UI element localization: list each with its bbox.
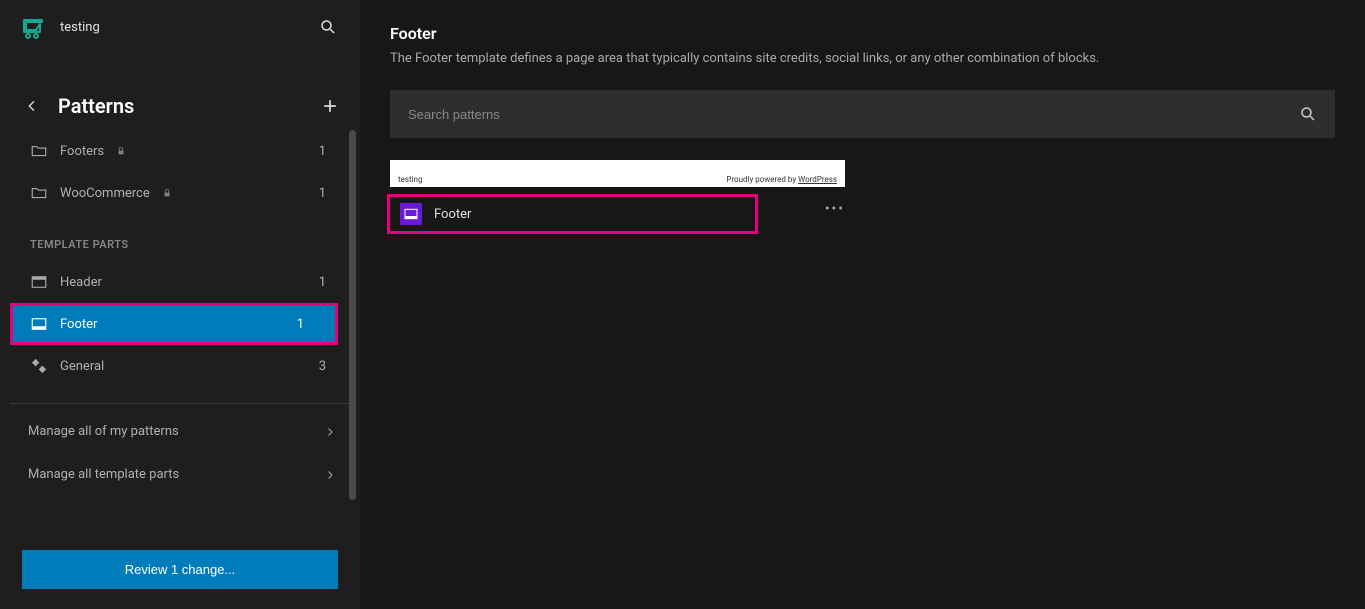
search-patterns[interactable]: [390, 90, 1335, 138]
sidebar-top-bar: testing: [0, 0, 360, 54]
category-label: WooCommerce: [60, 186, 150, 201]
pattern-card-title[interactable]: Footer: [390, 197, 755, 231]
template-part-header[interactable]: Header 1: [0, 261, 360, 303]
preview-credit: Proudly powered by WordPress: [726, 175, 837, 184]
manage-label: Manage all of my patterns: [28, 424, 179, 439]
pattern-preview[interactable]: testing Proudly powered by WordPress: [390, 160, 845, 187]
search-icon[interactable]: [1299, 105, 1317, 123]
more-actions-icon[interactable]: •••: [825, 201, 845, 217]
back-icon[interactable]: [24, 98, 40, 114]
count: 1: [319, 186, 340, 201]
search-input[interactable]: [408, 107, 1299, 122]
page-title: Footer: [390, 24, 1335, 43]
count: 1: [319, 144, 340, 159]
template-part-label: General: [60, 359, 104, 374]
manage-template-parts[interactable]: Manage all template parts: [0, 453, 360, 496]
chevron-right-icon: [324, 426, 336, 438]
pattern-card: testing Proudly powered by WordPress Foo…: [390, 160, 845, 231]
woocommerce-logo-icon[interactable]: [20, 14, 46, 40]
divider: [10, 403, 350, 404]
pattern-icon: [30, 357, 48, 375]
template-part-label: Header: [60, 275, 102, 290]
manage-my-patterns[interactable]: Manage all of my patterns: [0, 410, 360, 453]
template-part-label: Footer: [60, 317, 97, 332]
category-woocommerce[interactable]: WooCommerce 1: [0, 172, 360, 214]
count: 3: [319, 359, 340, 374]
logo-title-group: testing: [20, 14, 100, 40]
count: 1: [297, 317, 318, 332]
card-title-label: Footer: [434, 207, 471, 222]
template-part-footer[interactable]: Footer 1: [10, 303, 338, 345]
folder-icon: [30, 184, 48, 202]
review-changes-button[interactable]: Review 1 change...: [22, 550, 338, 589]
lock-icon: [116, 146, 126, 156]
add-pattern-icon[interactable]: [320, 96, 340, 116]
footer-icon: [30, 315, 48, 333]
footer-icon: [400, 203, 422, 225]
lock-icon: [162, 188, 172, 198]
scrollbar[interactable]: [349, 130, 356, 500]
main-content: Footer The Footer template defines a pag…: [360, 0, 1365, 609]
patterns-header: Patterns: [0, 54, 360, 130]
folder-icon: [30, 142, 48, 160]
category-footers[interactable]: Footers 1: [0, 130, 360, 172]
sidebar-scroll: Footers 1 WooCommerce 1 TEMPLATE PARTS: [0, 130, 360, 534]
patterns-title: Patterns: [58, 94, 134, 118]
template-parts-label: TEMPLATE PARTS: [0, 214, 360, 261]
category-label: Footers: [60, 144, 104, 159]
template-part-general[interactable]: General 3: [0, 345, 360, 387]
site-title: testing: [60, 20, 100, 35]
header-icon: [30, 273, 48, 291]
manage-label: Manage all template parts: [28, 467, 179, 482]
page-description: The Footer template defines a page area …: [390, 51, 1335, 66]
preview-site-title: testing: [398, 175, 422, 184]
count: 1: [319, 275, 340, 290]
chevron-right-icon: [324, 469, 336, 481]
search-icon[interactable]: [316, 15, 340, 39]
sidebar: testing Patterns Footers: [0, 0, 360, 609]
